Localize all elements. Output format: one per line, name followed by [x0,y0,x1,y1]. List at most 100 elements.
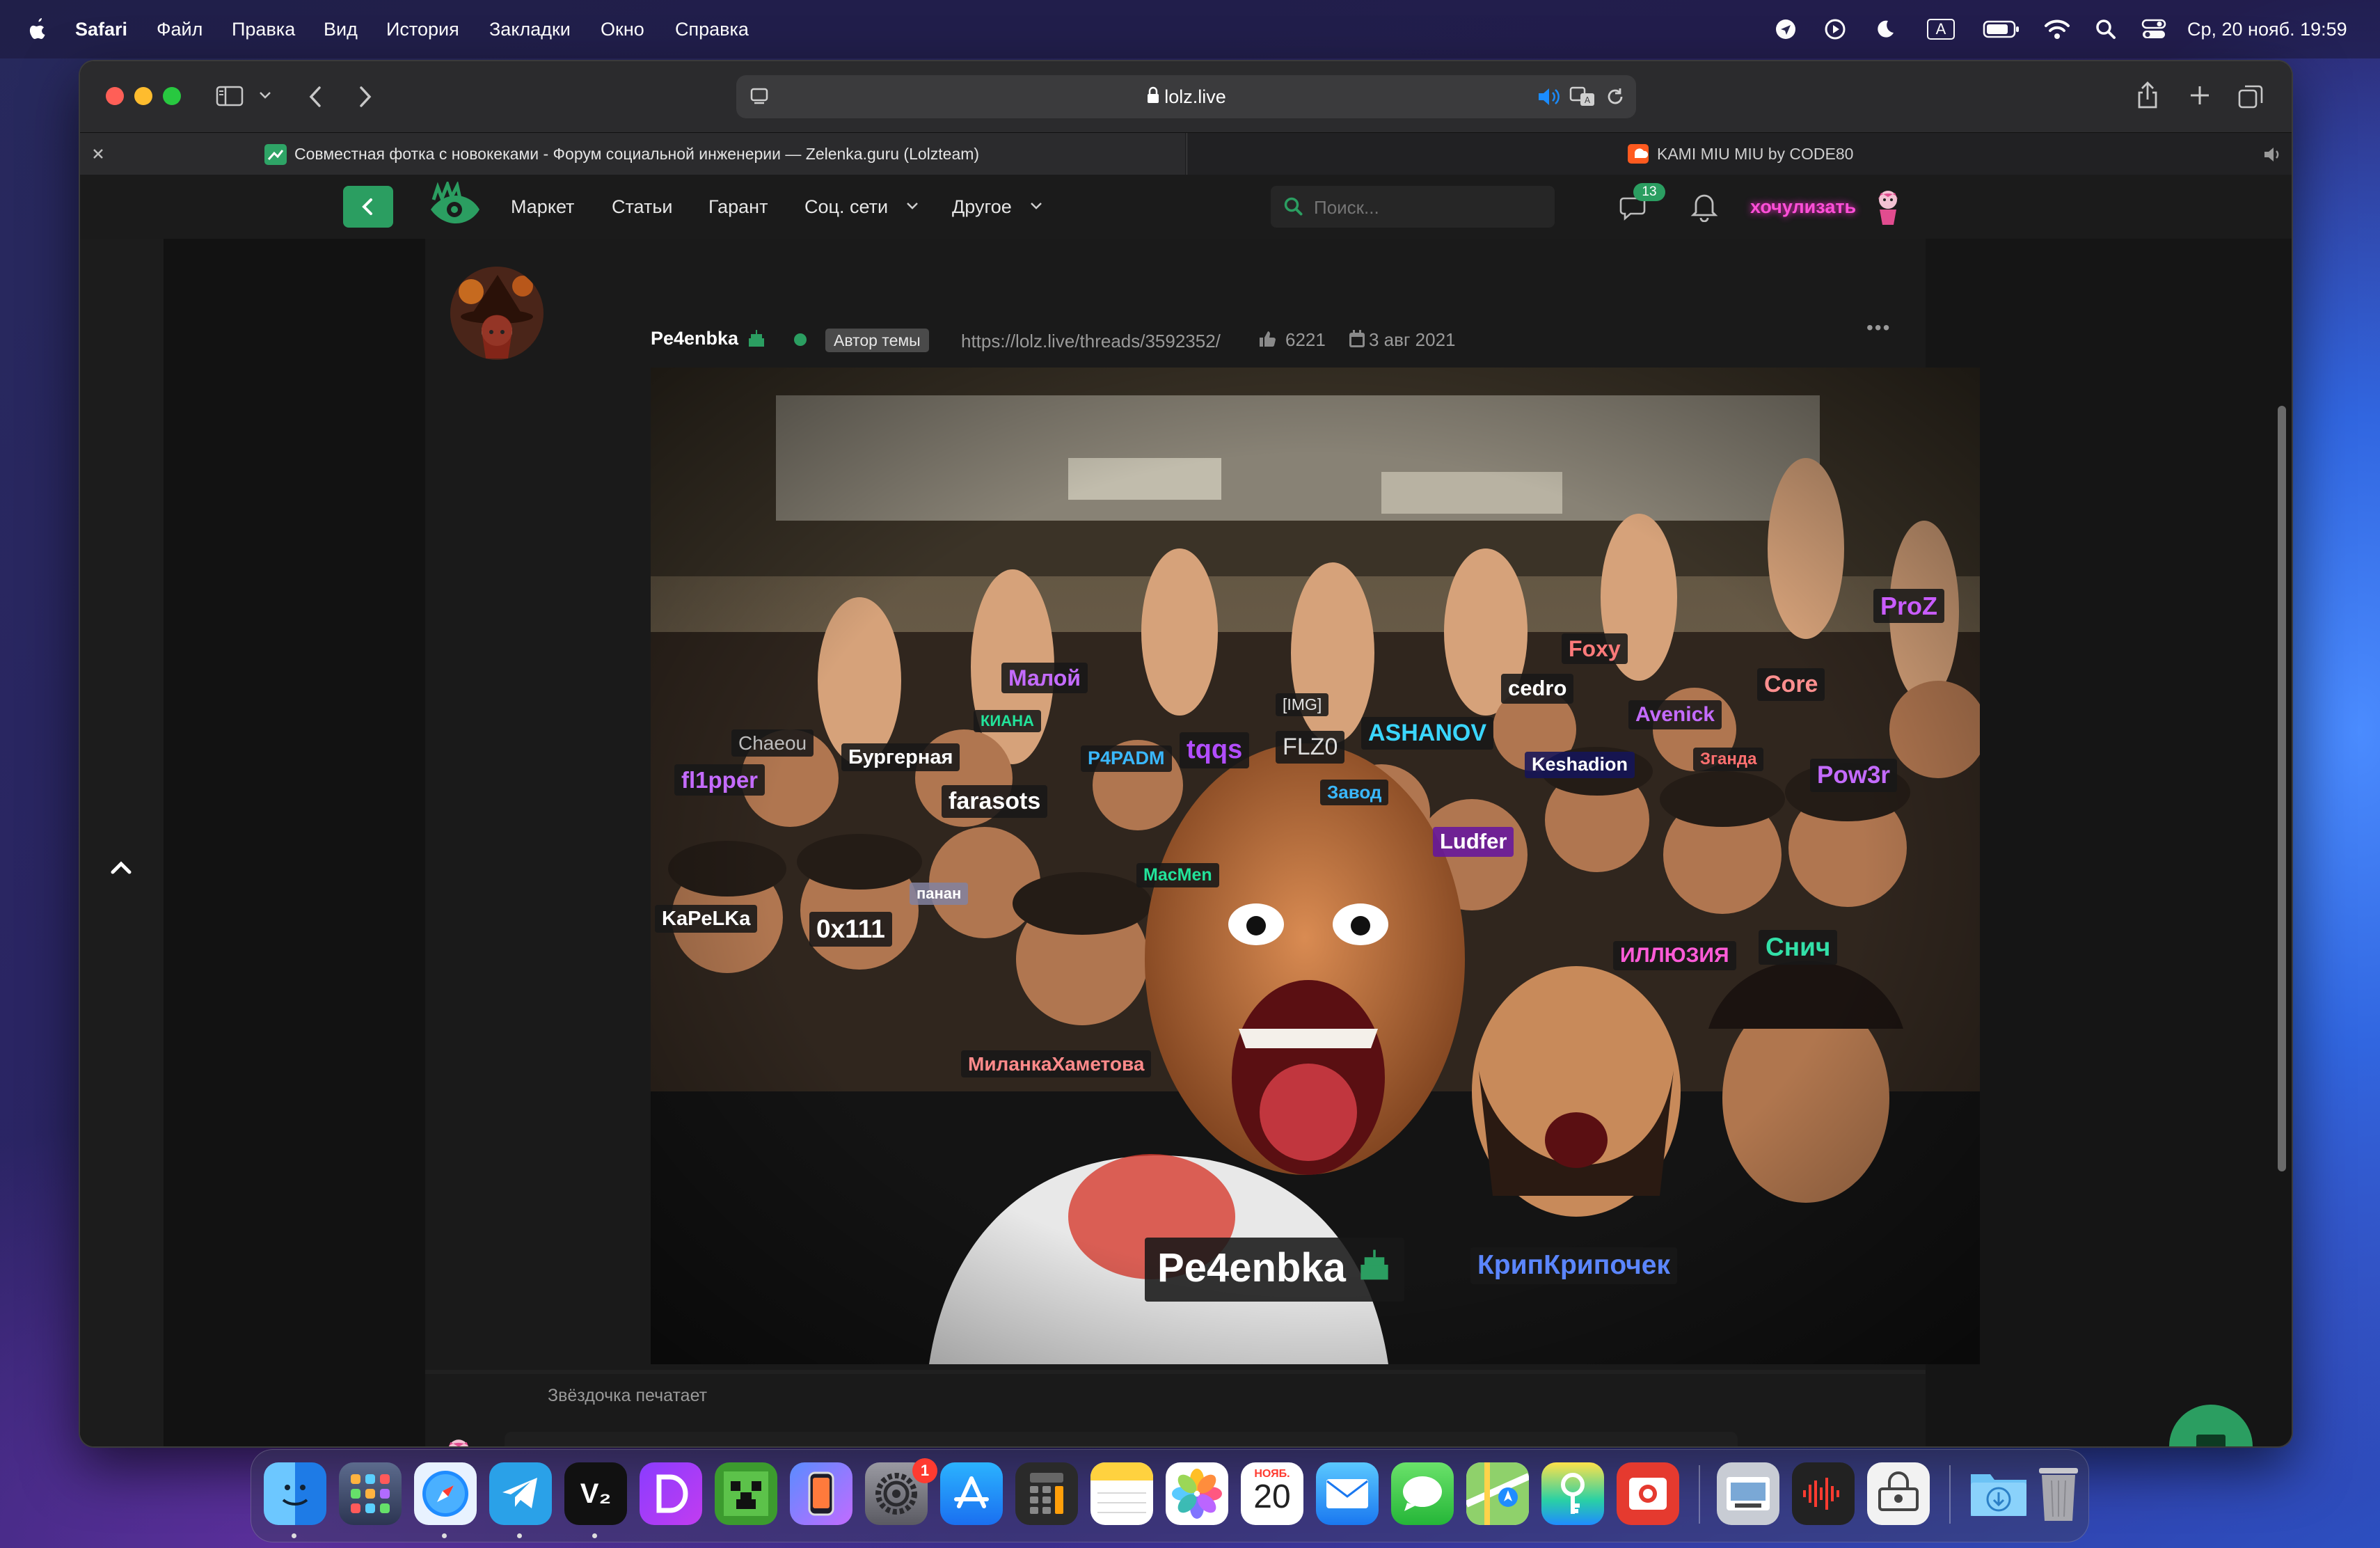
apple-icon[interactable] [25,0,50,58]
running-indicator [292,1533,296,1538]
mail-icon[interactable] [1316,1462,1379,1525]
close-tab-icon[interactable] [90,146,106,165]
site-search[interactable] [1271,186,1555,228]
nav-market[interactable]: Маркет [511,175,574,239]
translate-icon[interactable]: A [1569,86,1596,111]
page-scrollbar[interactable] [2278,406,2286,1171]
passwords-icon[interactable] [1541,1462,1604,1525]
menu-window[interactable]: Окно [601,0,644,58]
tab-overview-icon[interactable] [2237,84,2264,113]
site-header: Маркет Статьи Гарант Соц. сети Другое 13… [80,175,2292,239]
v2-app-icon[interactable]: V₂ [564,1462,627,1525]
notes-icon[interactable] [1090,1462,1153,1525]
photo-label: Chaeou [731,729,814,757]
post: Pe4enbka Автор темы https://lolz.live/th… [425,239,1980,1446]
address-bar[interactable]: lolz.live A [736,75,1636,118]
thumbs-up-icon[interactable] [1258,329,1277,352]
photo-label: Core [1757,668,1825,701]
minecraft-icon[interactable] [715,1462,777,1525]
menu-file[interactable]: Файл [157,0,203,58]
thread-link[interactable]: https://lolz.live/threads/3592352/ [961,331,1221,352]
minimize-window-button[interactable] [134,87,152,105]
input-source-icon[interactable]: A [1923,0,1958,58]
lolz-logo-icon[interactable] [427,179,482,234]
menu-bar: Safari Файл Правка Вид История Закладки … [0,0,2380,58]
calculator-icon[interactable] [1015,1462,1078,1525]
menu-datetime[interactable]: Ср, 20 нояб. 19:59 [2187,0,2347,58]
photo-label: панан [910,883,969,905]
maps-icon[interactable] [1466,1462,1529,1525]
launchpad-icon[interactable] [339,1462,402,1525]
chat-button[interactable] [2169,1405,2253,1446]
battery-icon[interactable] [1982,0,2021,58]
downloads-folder-icon[interactable] [1967,1462,2030,1525]
new-tab-icon[interactable] [2188,84,2212,111]
reply-input[interactable] [514,1443,1512,1446]
zoom-window-button[interactable] [163,87,181,105]
username-link[interactable]: хочулизать [1750,175,1856,239]
menu-view[interactable]: Вид [324,0,358,58]
chevron-down-icon[interactable] [1029,201,1043,214]
search-icon[interactable] [2093,0,2118,58]
nav-articles[interactable]: Статьи [612,175,673,239]
location-icon[interactable] [1773,0,1798,58]
scroll-top-icon[interactable] [109,858,134,880]
photo-booth-icon[interactable] [1617,1462,1679,1525]
back-button[interactable] [343,186,393,228]
messages-app-icon[interactable] [1391,1462,1454,1525]
back-icon[interactable] [307,85,325,112]
close-window-button[interactable] [106,87,124,105]
finder-icon[interactable] [264,1462,326,1525]
user-avatar[interactable] [1870,187,1906,228]
wifi-icon[interactable] [2042,0,2072,58]
share-icon[interactable] [2136,81,2159,113]
play-circle-icon[interactable] [1823,0,1848,58]
forum-sidebar [164,239,425,1446]
chevron-down-icon[interactable] [258,90,272,104]
post-author[interactable]: Pe4enbka [651,328,738,349]
calendar-app-icon[interactable]: НОЯБ. 20 [1241,1462,1303,1525]
menu-help[interactable]: Справка [675,0,749,58]
author-badge: Автор темы [825,329,929,352]
iphone-mirroring-icon[interactable] [790,1462,852,1525]
moon-icon[interactable] [1872,0,1897,58]
running-indicator [517,1533,522,1538]
browser-window: lolz.live A Совместная фотка с новокекам… [80,61,2292,1446]
photo-label: [IMG] [1276,693,1329,716]
speaker-icon[interactable] [1537,86,1560,111]
trash-icon[interactable] [2027,1462,2090,1525]
telegram-icon[interactable] [489,1462,552,1525]
menu-edit[interactable]: Правка [232,0,295,58]
photo-label: Бургерная [841,743,960,772]
post-image[interactable]: ProZ Foxy Core cedro Малой Avenick [IMG]… [651,368,1980,1364]
reload-icon[interactable] [1605,86,1626,111]
photo-label: Avenick [1628,700,1722,729]
chat-icon [2196,1435,2226,1446]
menu-history[interactable]: История [386,0,459,58]
forward-icon[interactable] [356,85,374,112]
chevron-down-icon[interactable] [905,201,919,214]
photo-label: Завод [1320,780,1389,805]
post-more-menu[interactable]: ••• [1866,317,1891,339]
safari-icon[interactable] [414,1462,477,1525]
menu-bookmarks[interactable]: Закладки [489,0,571,58]
photos-icon[interactable] [1166,1462,1228,1525]
nav-social[interactable]: Соц. сети [804,175,888,239]
voice-memos-icon[interactable] [1792,1462,1855,1525]
nav-guarantee[interactable]: Гарант [708,175,768,239]
sidebar-toggle-icon[interactable] [216,85,244,111]
nav-other[interactable]: Другое [952,175,1012,239]
preview-icon[interactable] [1717,1462,1779,1525]
tab-label-music[interactable]: KAMI MIU MIU by CODE80 [1657,133,1853,175]
author-avatar[interactable] [450,267,544,360]
search-input[interactable] [1312,191,1545,223]
screenshot-utility-icon[interactable] [1867,1462,1930,1525]
app-store-icon[interactable] [940,1462,1003,1525]
menu-app-name[interactable]: Safari [75,0,127,58]
photo-label: Зганда [1693,748,1764,771]
control-center-icon[interactable] [2140,0,2168,58]
tab-audio-icon[interactable] [2262,145,2283,167]
purple-app-icon[interactable] [640,1462,702,1525]
bell-icon[interactable] [1690,190,1718,226]
tab-label-active[interactable]: Совместная фотка с новокеками - Форум со… [294,133,979,175]
